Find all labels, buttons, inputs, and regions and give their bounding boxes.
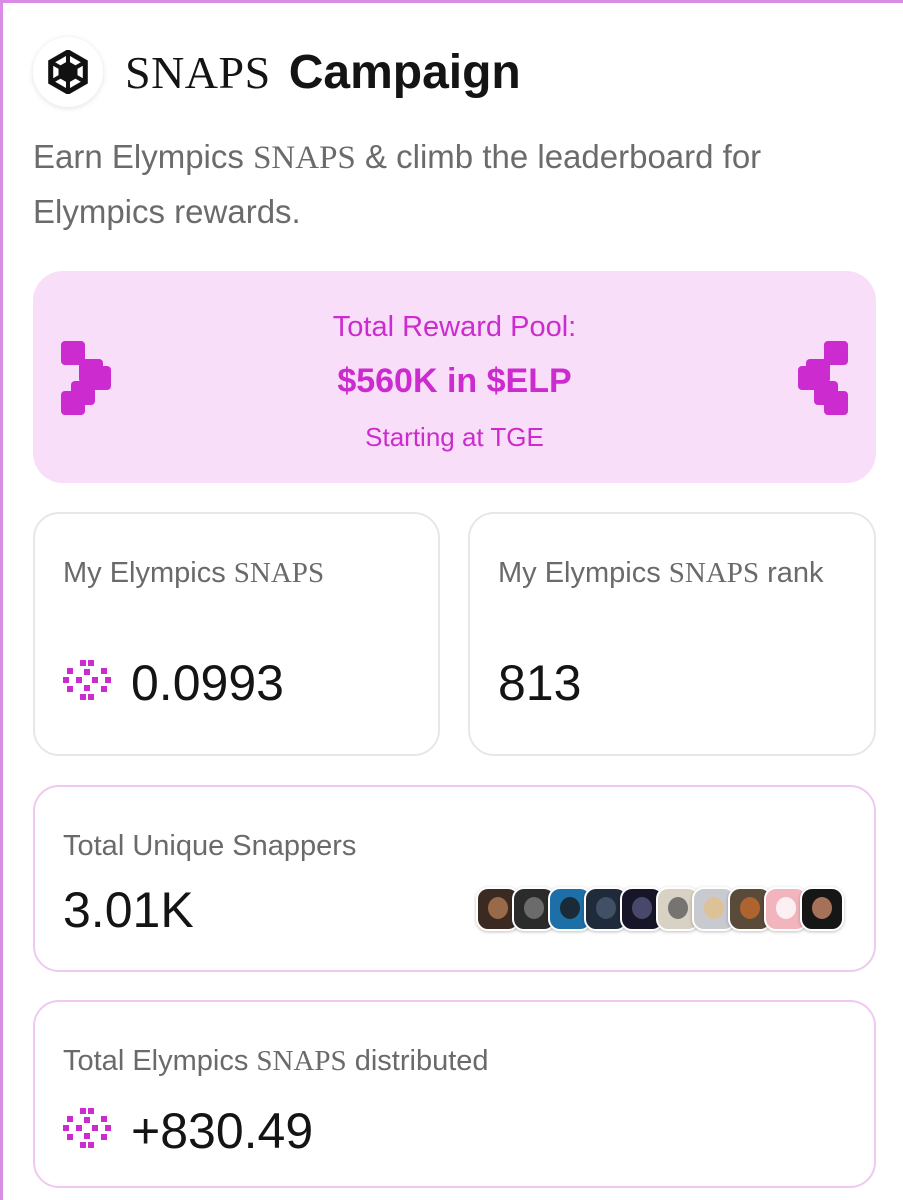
reward-pool-banner: Total Reward Pool: $560K in $ELP Startin… (33, 271, 876, 483)
subtitle-part1: Earn Elympics (33, 138, 254, 175)
avatar-face (560, 897, 580, 919)
avatar-face (596, 897, 616, 919)
my-rank-value: 813 (498, 655, 582, 711)
decorative-shape-right-icon (798, 341, 848, 420)
my-snaps-value-row: 0.0993 (63, 654, 284, 712)
reward-pool-start: Starting at TGE (365, 422, 544, 452)
distributed-label: Total Elympics SNAPS distributed (63, 1045, 489, 1077)
page-subtitle: Earn Elympics SNAPS & climb the leaderbo… (33, 130, 883, 239)
my-rank-label: My Elympics SNAPS rank (498, 557, 824, 589)
my-snaps-card: My Elympics SNAPS 0.0993 (33, 512, 440, 756)
elymphics-logo-icon (33, 37, 103, 107)
page-title: SNAPS Campaign (125, 45, 521, 100)
title-campaign: Campaign (288, 45, 521, 99)
reward-pool-amount: $560K in $ELP (337, 362, 572, 400)
avatar-face (776, 897, 796, 919)
distributed-value: +830.49 (131, 1103, 314, 1159)
distributed-value-row: +830.49 (63, 1102, 313, 1160)
snapper-avatars (476, 887, 844, 931)
subtitle-snaps: SNAPS (253, 140, 356, 176)
page-header: SNAPS Campaign (33, 36, 521, 108)
avatar-face (632, 897, 652, 919)
avatar-face (488, 897, 508, 919)
reward-pool-label: Total Reward Pool: (332, 311, 577, 343)
unique-snappers-label: Total Unique Snappers (63, 830, 357, 862)
avatar-face (812, 897, 832, 919)
avatar-face (740, 897, 760, 919)
avatar (800, 887, 844, 931)
my-snaps-value: 0.0993 (131, 655, 284, 711)
unique-snappers-value: 3.01K (63, 882, 194, 938)
snap-dots-icon (63, 654, 111, 712)
snap-dots-icon (63, 1102, 111, 1160)
my-rank-card: My Elympics SNAPS rank 813 (468, 512, 876, 756)
avatar-face (704, 897, 724, 919)
avatar-face (668, 897, 688, 919)
unique-snappers-card: Total Unique Snappers 3.01K (33, 785, 876, 972)
distributed-card: Total Elympics SNAPS distributed +830.49 (33, 1000, 876, 1188)
title-snaps: SNAPS (125, 46, 271, 98)
my-snaps-label: My Elympics SNAPS (63, 557, 325, 589)
avatar-face (524, 897, 544, 919)
